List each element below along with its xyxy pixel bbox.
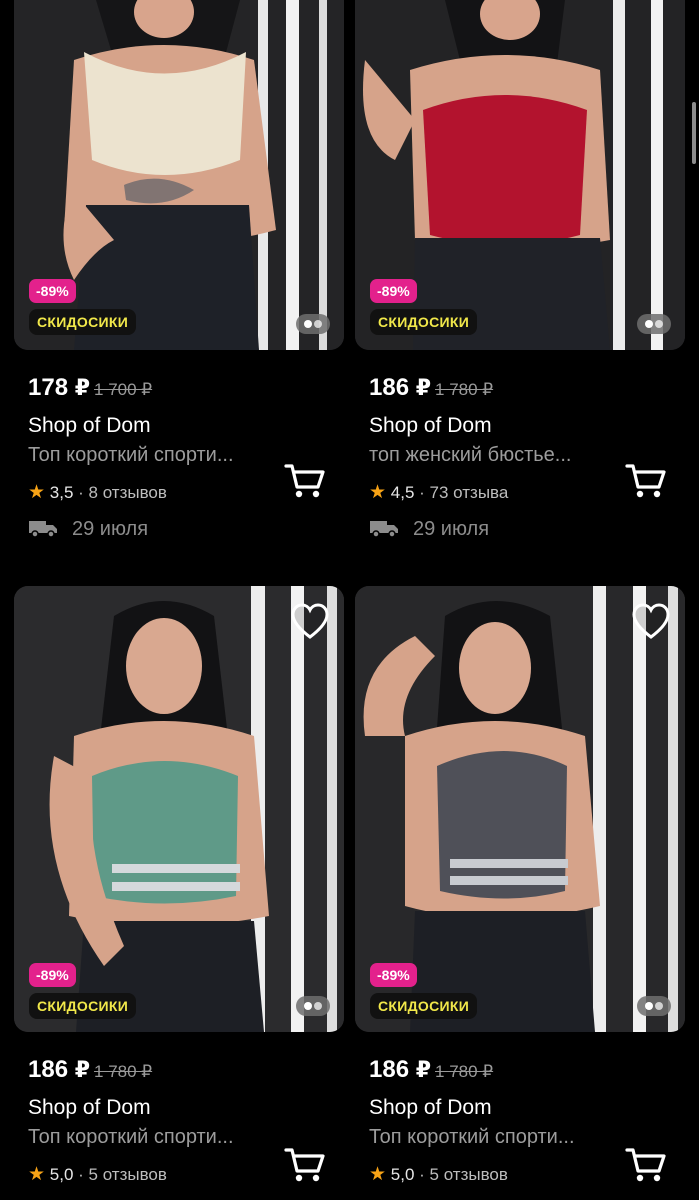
cart-icon[interactable]	[625, 462, 667, 500]
product-photo[interactable]: -89% СКИДОСИКИ	[355, 586, 685, 1032]
gallery-dots-icon	[637, 996, 671, 1016]
promo-badge: СКИДОСИКИ	[370, 993, 478, 1019]
discount-badge: -89%	[370, 963, 417, 987]
gallery-dots-icon	[296, 996, 330, 1016]
heart-icon[interactable]	[631, 602, 671, 642]
seller-name[interactable]: Shop of Dom	[369, 414, 492, 438]
discount-badge: -89%	[29, 279, 76, 303]
price: 186 ₽1 780 ₽	[369, 1056, 494, 1083]
old-price: 1 780 ₽	[435, 380, 494, 399]
rating: ★ 5,0 · 5 отзывов	[28, 1164, 167, 1185]
old-price: 1 780 ₽	[94, 1062, 153, 1081]
price: 186 ₽1 780 ₽	[369, 374, 494, 401]
discount-badge: -89%	[370, 279, 417, 303]
gallery-dots-icon	[637, 314, 671, 334]
cart-icon[interactable]	[625, 1146, 667, 1184]
product-card[interactable]: -89% СКИДОСИКИ 178 ₽1 700 ₽ Shop of Dom …	[14, 0, 344, 560]
product-title[interactable]: топ женский бюстье...	[369, 444, 639, 467]
product-card[interactable]: -89% СКИДОСИКИ 186 ₽1 780 ₽ Shop of Dom …	[14, 586, 344, 1200]
rating: ★ 4,5 · 73 отзыва	[369, 482, 509, 503]
product-photo[interactable]: -89% СКИДОСИКИ	[14, 586, 344, 1032]
truck-icon	[369, 518, 399, 544]
product-photo[interactable]: -89% СКИДОСИКИ	[355, 0, 685, 350]
promo-badge: СКИДОСИКИ	[29, 993, 137, 1019]
rating: ★ 3,5 · 8 отзывов	[28, 482, 167, 503]
star-icon: ★	[369, 1164, 387, 1185]
gallery-dots-icon	[296, 314, 330, 334]
star-icon: ★	[369, 482, 387, 503]
seller-name[interactable]: Shop of Dom	[28, 414, 151, 438]
old-price: 1 700 ₽	[94, 380, 153, 399]
rating: ★ 5,0 · 5 отзывов	[369, 1164, 508, 1185]
heart-icon[interactable]	[290, 602, 330, 642]
seller-name[interactable]: Shop of Dom	[28, 1096, 151, 1120]
truck-icon	[28, 518, 58, 544]
product-photo[interactable]: -89% СКИДОСИКИ	[14, 0, 344, 350]
promo-badge: СКИДОСИКИ	[370, 309, 478, 335]
product-title[interactable]: Топ короткий спорти...	[369, 1126, 639, 1149]
star-icon: ★	[28, 1164, 46, 1185]
cart-icon[interactable]	[284, 462, 326, 500]
discount-badge: -89%	[29, 963, 76, 987]
old-price: 1 780 ₽	[435, 1062, 494, 1081]
scrollbar[interactable]	[692, 102, 696, 164]
product-card[interactable]: -89% СКИДОСИКИ 186 ₽1 780 ₽ Shop of Dom …	[355, 0, 685, 560]
product-title[interactable]: Топ короткий спорти...	[28, 444, 298, 467]
product-card[interactable]: -89% СКИДОСИКИ 186 ₽1 780 ₽ Shop of Dom …	[355, 586, 685, 1200]
promo-badge: СКИДОСИКИ	[29, 309, 137, 335]
cart-icon[interactable]	[284, 1146, 326, 1184]
delivery-date: 29 июля	[28, 518, 148, 544]
price: 178 ₽1 700 ₽	[28, 374, 153, 401]
star-icon: ★	[28, 482, 46, 503]
price: 186 ₽1 780 ₽	[28, 1056, 153, 1083]
seller-name[interactable]: Shop of Dom	[369, 1096, 492, 1120]
product-title[interactable]: Топ короткий спорти...	[28, 1126, 298, 1149]
delivery-date: 29 июля	[369, 518, 489, 544]
